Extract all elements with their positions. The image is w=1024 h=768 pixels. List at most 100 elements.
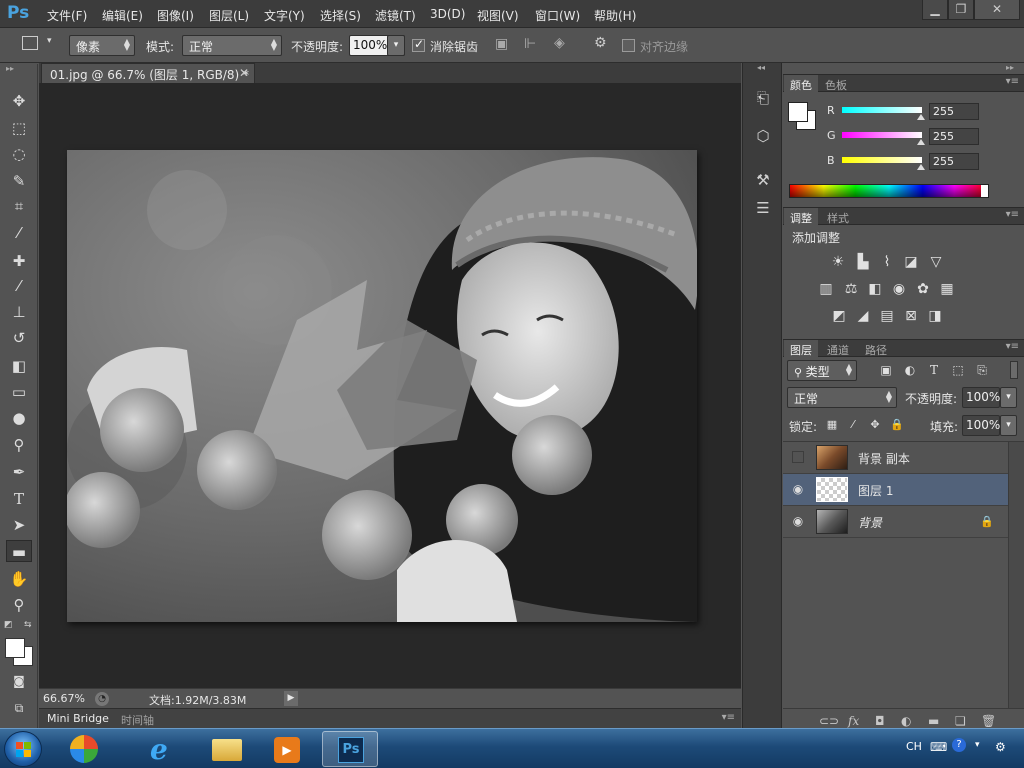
brush-tool-icon[interactable]: ⁄ xyxy=(6,275,32,297)
menu-3d[interactable]: 3D(D) xyxy=(430,7,465,21)
tab-mini-bridge[interactable]: Mini Bridge xyxy=(47,712,109,725)
path-operations-icon[interactable]: ▣ xyxy=(495,36,508,52)
status-info-icon[interactable]: ◔ xyxy=(95,692,109,706)
internet-explorer-icon[interactable]: e xyxy=(136,731,188,767)
menu-window[interactable]: 窗口(W) xyxy=(535,7,580,24)
red-slider[interactable]: R 255 xyxy=(783,102,1024,122)
lasso-tool-icon[interactable]: ◌ xyxy=(6,143,32,165)
new-group-icon[interactable]: ▬ xyxy=(928,714,939,728)
close-icon[interactable]: ✕ xyxy=(974,0,1020,20)
lock-transparent-icon[interactable]: ▦ xyxy=(823,416,841,434)
brightness-contrast-icon[interactable]: ☀ xyxy=(829,253,847,271)
menu-filter[interactable]: 滤镜(T) xyxy=(375,7,416,24)
color-balance-icon[interactable]: ⚖ xyxy=(842,280,860,298)
red-thumb[interactable] xyxy=(917,114,925,120)
menu-help[interactable]: 帮助(H) xyxy=(594,7,636,24)
tray-options-icon[interactable]: ▾ xyxy=(975,740,980,750)
layers-scrollbar[interactable] xyxy=(1008,442,1024,708)
tab-layers[interactable]: 图层 xyxy=(784,340,818,358)
menu-type[interactable]: 文字(Y) xyxy=(264,7,305,24)
threshold-icon[interactable]: ▤ xyxy=(878,307,896,325)
start-orb-icon[interactable] xyxy=(4,731,42,767)
align-edges-checkbox[interactable] xyxy=(622,39,635,52)
document-canvas[interactable] xyxy=(67,150,697,622)
restore-icon[interactable]: ❐ xyxy=(948,0,974,20)
default-colors-icon[interactable]: ◩ xyxy=(4,620,13,630)
quick-selection-icon[interactable]: ✎ xyxy=(6,170,32,192)
blue-track[interactable] xyxy=(842,157,922,163)
exposure-icon[interactable]: ◪ xyxy=(902,253,920,271)
help-icon[interactable]: ? xyxy=(952,738,966,752)
rectangle-tool-icon[interactable]: ▬ xyxy=(6,540,32,562)
layer-filter-dropdown[interactable]: ⚲ 类型 ▲ ▼ xyxy=(787,360,857,381)
menu-edit[interactable]: 编辑(E) xyxy=(102,7,143,24)
antialias-checkbox[interactable] xyxy=(412,37,425,52)
preset-dropdown-icon[interactable]: ▾ xyxy=(47,36,52,46)
menu-select[interactable]: 选择(S) xyxy=(320,7,361,24)
filter-shape-icon[interactable]: ⬚ xyxy=(949,361,967,379)
mode-dropdown[interactable]: 正常 ▲ ▼ xyxy=(182,35,282,56)
panel-menu-icon[interactable]: ▾≡ xyxy=(1006,76,1019,87)
lock-position-icon[interactable]: ✥ xyxy=(866,416,884,434)
properties-panel-icon[interactable]: ☰ xyxy=(752,197,774,219)
blur-tool-icon[interactable]: ● xyxy=(6,407,32,429)
eyedropper-icon[interactable]: ⁄ xyxy=(6,222,32,244)
keyboard-icon[interactable]: ⌨ xyxy=(930,740,947,754)
tray-settings-icon[interactable]: ⚙ xyxy=(995,740,1006,754)
filter-type-icon[interactable]: T xyxy=(925,361,943,379)
crop-tool-icon[interactable]: ⌗ xyxy=(6,195,32,217)
layer-opacity-input[interactable]: 100% xyxy=(962,387,1000,408)
lock-all-icon[interactable]: 🔒 xyxy=(888,416,906,434)
vibrance-icon[interactable]: ▽ xyxy=(927,253,945,271)
layer-row[interactable]: ◉ 图层 1 xyxy=(783,474,1008,506)
eraser-icon[interactable]: ◧ xyxy=(6,355,32,377)
eye-icon[interactable]: ◉ xyxy=(791,514,805,528)
green-track[interactable] xyxy=(842,132,922,138)
new-adjustment-layer-icon[interactable]: ◐ xyxy=(901,714,911,728)
explorer-folder-icon[interactable] xyxy=(200,731,252,767)
move-tool-icon[interactable]: ✥ xyxy=(6,90,32,112)
levels-icon[interactable]: ▙ xyxy=(854,253,872,271)
media-player-icon[interactable]: ▶ xyxy=(260,731,312,767)
swap-colors-icon[interactable]: ⇆ xyxy=(24,620,32,630)
zoom-tool-icon[interactable]: ⚲ xyxy=(6,594,32,616)
link-layers-icon[interactable]: ⊂⊃ xyxy=(819,714,839,728)
collapse-dock-icon[interactable]: ◂◂ xyxy=(757,63,765,72)
history-brush-icon[interactable]: ↺ xyxy=(6,327,32,349)
visibility-toggle[interactable] xyxy=(792,451,804,463)
gear-icon[interactable]: ⚙ xyxy=(594,35,607,51)
layer-row[interactable]: 背景 副本 xyxy=(783,442,1008,474)
posterize-icon[interactable]: ◢ xyxy=(854,307,872,325)
black-white-icon[interactable]: ◧ xyxy=(866,280,884,298)
fill-dropdown-icon[interactable]: ▾ xyxy=(1000,415,1017,436)
blue-value[interactable]: 255 xyxy=(929,153,979,170)
gradient-tool-icon[interactable]: ▭ xyxy=(6,381,32,403)
panel-menu-icon[interactable]: ▾≡ xyxy=(722,712,735,723)
canvas-area[interactable] xyxy=(39,83,741,688)
layer-opacity-dropdown-icon[interactable]: ▾ xyxy=(1000,387,1017,408)
fill-input[interactable]: 100% xyxy=(962,415,1000,436)
eye-icon[interactable]: ◉ xyxy=(791,482,805,496)
green-thumb[interactable] xyxy=(917,139,925,145)
hue-saturation-icon[interactable]: ▥ xyxy=(817,280,835,298)
screen-mode-icon[interactable]: ⧉ xyxy=(6,697,32,719)
green-slider[interactable]: G 255 xyxy=(783,127,1024,147)
panel-menu-icon[interactable]: ▾≡ xyxy=(1006,209,1019,220)
minimize-icon[interactable]: ▁ xyxy=(922,0,948,20)
filter-pixel-icon[interactable]: ▣ xyxy=(877,361,895,379)
collapse-toolbar-icon[interactable]: ▸▸ xyxy=(6,64,14,73)
media-center-icon[interactable] xyxy=(58,731,110,767)
channel-mixer-icon[interactable]: ✿ xyxy=(914,280,932,298)
blue-thumb[interactable] xyxy=(917,164,925,170)
red-track[interactable] xyxy=(842,107,922,113)
marquee-tool-icon[interactable]: ⬚ xyxy=(6,117,32,139)
green-value[interactable]: 255 xyxy=(929,128,979,145)
filter-smart-object-icon[interactable]: ⎘ xyxy=(973,361,991,379)
red-value[interactable]: 255 xyxy=(929,103,979,120)
tab-styles[interactable]: 样式 xyxy=(821,208,855,226)
history-panel-icon[interactable]: ⎗ xyxy=(752,87,774,109)
rectangle-preset-icon[interactable] xyxy=(22,36,38,50)
layer-name[interactable]: 背景 副本 xyxy=(858,450,910,467)
clone-stamp-icon[interactable]: ⊥ xyxy=(6,301,32,323)
menu-file[interactable]: 文件(F) xyxy=(47,7,87,24)
